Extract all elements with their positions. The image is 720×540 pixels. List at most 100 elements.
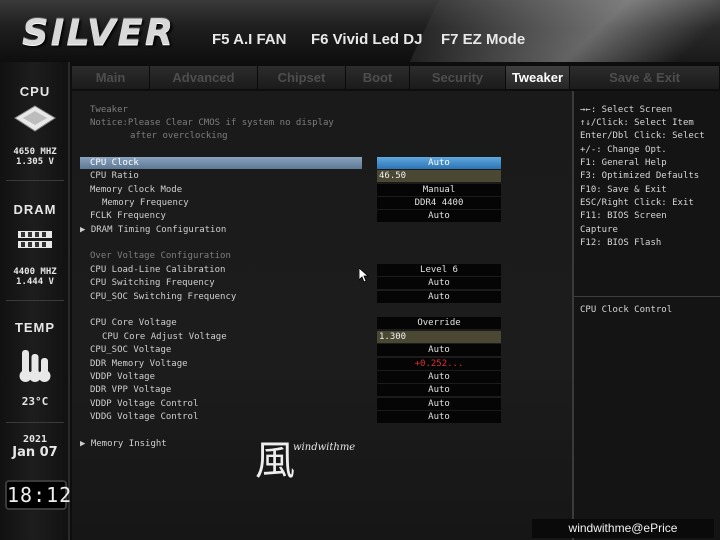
value-cpu-clock[interactable]: Auto	[377, 157, 501, 169]
help-line: ↑↓/Click: Select Item	[580, 118, 694, 128]
setting-vddg-voltage-control[interactable]: VDDG Voltage Control	[80, 411, 360, 423]
setting-label: CPU Switching Frequency	[90, 278, 215, 288]
temperature-value: 23°C	[21, 395, 49, 408]
divider	[6, 422, 64, 423]
setting-soc-switching-frequency[interactable]: CPU_SOC Switching Frequency	[80, 291, 360, 303]
dram-title: DRAM	[13, 202, 57, 217]
tab-chipset[interactable]: Chipset	[258, 66, 346, 89]
setting-ddr-vpp-voltage[interactable]: DDR VPP Voltage	[80, 384, 360, 396]
setting-cpu-switching-frequency[interactable]: CPU Switching Frequency	[80, 277, 360, 289]
setting-label: CPU Ratio	[90, 171, 139, 181]
setting-label: Memory Insight	[90, 439, 167, 449]
value-soc-switching-frequency[interactable]: Auto	[377, 291, 501, 303]
tab-security[interactable]: Security	[410, 66, 506, 89]
setting-cpu-soc-voltage[interactable]: CPU_SOC Voltage	[80, 344, 360, 356]
setting-cpu-core-adjust-voltage[interactable]: CPU Core Adjust Voltage	[80, 331, 360, 343]
help-divider	[574, 296, 720, 297]
brand-logo: SILVER	[22, 12, 176, 53]
watermark-logo: 風	[255, 438, 295, 484]
value-cpu-soc-voltage[interactable]: Auto	[377, 344, 501, 356]
tab-save-exit[interactable]: Save & Exit	[570, 66, 720, 89]
setting-vddp-voltage[interactable]: VDDP Voltage	[80, 371, 360, 383]
hotkey-led-dj[interactable]: F6 Vivid Led DJ	[311, 31, 422, 48]
value-vddp-voltage[interactable]: Auto	[377, 371, 501, 383]
value-cpu-ratio[interactable]: 46.50	[377, 170, 501, 182]
tab-main[interactable]: Main	[72, 66, 150, 89]
setting-cpu-llc[interactable]: CPU Load-Line Calibration	[80, 264, 360, 276]
setting-label: DRAM Timing Configuration	[90, 225, 227, 235]
thermometer-icon	[19, 350, 51, 382]
setting-cpu-clock[interactable]: CPU Clock	[80, 157, 362, 169]
notice-text: Notice:Please Clear CMOS if system no di…	[90, 118, 334, 128]
triangle-right-icon: ▶	[80, 439, 86, 449]
temp-title: TEMP	[14, 320, 56, 335]
tab-bar: Main Advanced Chipset Boot Security Twea…	[72, 66, 720, 89]
value-memory-clock-mode[interactable]: Manual	[377, 184, 501, 196]
tab-tweaker[interactable]: Tweaker	[506, 66, 570, 89]
setting-label: CPU Clock	[90, 158, 139, 168]
value-fclk-frequency[interactable]: Auto	[377, 210, 501, 222]
setting-memory-clock-mode[interactable]: Memory Clock Mode	[80, 184, 360, 196]
setting-label: DDR Memory Voltage	[90, 359, 188, 369]
watermark-credit: windwithme@ePrice	[532, 519, 714, 538]
setting-label: CPU_SOC Voltage	[90, 345, 172, 355]
watermark-text: windwithme	[293, 442, 356, 453]
hotkey-ez-mode[interactable]: F7 EZ Mode	[441, 31, 525, 48]
help-line: F3: Optimized Defaults	[580, 171, 700, 181]
date-day: Jan 07	[12, 445, 58, 460]
help-line: ESC/Right Click: Exit	[580, 198, 694, 208]
group-over-voltage: Over Voltage Configuration	[80, 250, 360, 262]
setting-vddp-voltage-control[interactable]: VDDP Voltage Control	[80, 398, 360, 410]
time-display: 18:12	[5, 480, 71, 510]
help-panel: →←: Select Screen ↑↓/Click: Select Item …	[572, 91, 720, 540]
value-cpu-core-adjust-voltage[interactable]: 1.300	[377, 331, 501, 343]
help-line: →←: Select Screen	[580, 105, 673, 115]
dram-frequency: 4400 MHZ	[13, 267, 57, 277]
section-title: Tweaker	[90, 105, 128, 115]
setting-label: Memory Clock Mode	[90, 185, 183, 195]
setting-fclk-frequency[interactable]: FCLK Frequency	[80, 210, 360, 222]
memory-module-icon	[18, 231, 52, 248]
cpu-chip-icon	[14, 105, 56, 132]
setting-ddr-memory-voltage[interactable]: DDR Memory Voltage	[80, 358, 360, 370]
value-memory-frequency[interactable]: DDR4 4400	[377, 197, 501, 209]
value-cpu-core-voltage[interactable]: Override	[377, 317, 501, 329]
mouse-cursor-icon	[359, 268, 369, 283]
value-cpu-switching-frequency[interactable]: Auto	[377, 277, 501, 289]
setting-label: CPU Core Adjust Voltage	[102, 332, 227, 342]
help-line: +/-: Change Opt.	[580, 145, 667, 155]
value-vddg-voltage-control[interactable]: Auto	[377, 411, 501, 423]
value-ddr-memory-voltage[interactable]: +0.252...	[377, 358, 501, 370]
help-line: F10: Save & Exit	[580, 185, 667, 195]
notice-text-cont: after overclocking	[130, 131, 228, 141]
setting-cpu-core-voltage[interactable]: CPU Core Voltage	[80, 317, 360, 329]
group-label: Over Voltage Configuration	[90, 251, 231, 261]
settings-panel: Tweaker Notice:Please Clear CMOS if syst…	[72, 91, 572, 540]
triangle-right-icon: ▶	[80, 225, 86, 235]
setting-memory-frequency[interactable]: Memory Frequency	[80, 197, 360, 209]
help-line: Enter/Dbl Click: Select	[580, 131, 705, 141]
hardware-status-panel: CPU 4650 MHZ 1.305 V DRAM 4400 MHZ 1.444…	[0, 62, 70, 540]
value-ddr-vpp-voltage[interactable]: Auto	[377, 384, 501, 396]
setting-label: FCLK Frequency	[90, 211, 166, 221]
dram-voltage: 1.444 V	[16, 277, 54, 287]
divider	[6, 300, 64, 301]
setting-label: VDDP Voltage	[90, 372, 156, 382]
setting-label: Memory Frequency	[102, 198, 189, 208]
help-line: F12: BIOS Flash	[580, 238, 662, 248]
item-description: CPU Clock Control	[580, 305, 673, 315]
tab-advanced[interactable]: Advanced	[150, 66, 258, 89]
setting-label: VDDP Voltage Control	[90, 399, 199, 409]
help-line: F11: BIOS Screen	[580, 211, 667, 221]
setting-cpu-ratio[interactable]: CPU Ratio	[80, 170, 360, 182]
date-year: 2021	[22, 434, 48, 445]
value-cpu-llc[interactable]: Level 6	[377, 264, 501, 276]
cpu-voltage: 1.305 V	[16, 157, 54, 167]
cpu-title: CPU	[19, 84, 51, 99]
tab-boot[interactable]: Boot	[346, 66, 410, 89]
cpu-frequency: 4650 MHZ	[13, 147, 57, 157]
hotkey-ai-fan[interactable]: F5 A.I FAN	[212, 31, 286, 48]
submenu-dram-timing[interactable]: ▶ DRAM Timing Configuration	[80, 224, 360, 236]
value-vddp-voltage-control[interactable]: Auto	[377, 398, 501, 410]
setting-label: CPU Load-Line Calibration	[90, 265, 226, 275]
